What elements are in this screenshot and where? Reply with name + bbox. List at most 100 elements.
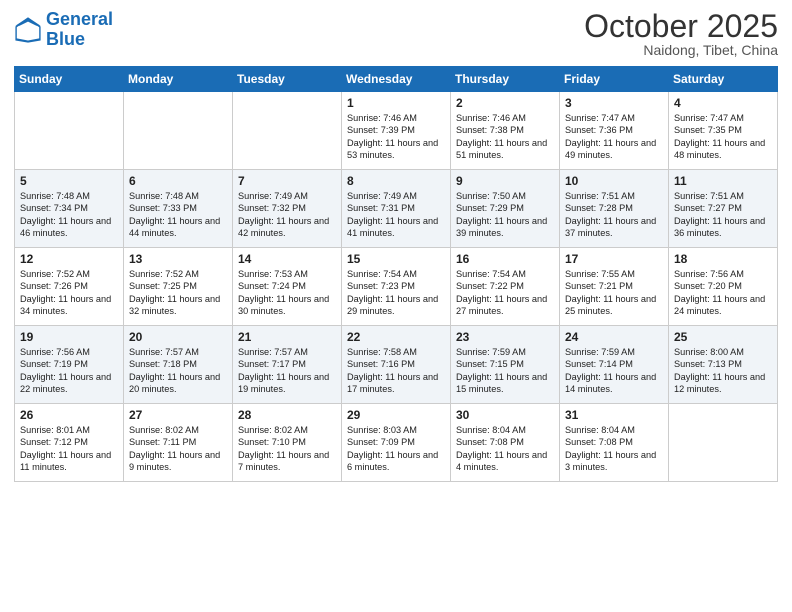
calendar-cell: 18 Sunrise: 7:56 AM Sunset: 7:20 PM Dayli… [669, 248, 778, 326]
calendar-cell: 23 Sunrise: 7:59 AM Sunset: 7:15 PM Dayli… [451, 326, 560, 404]
cell-content: Sunrise: 7:59 AM Sunset: 7:15 PM Dayligh… [456, 346, 554, 396]
day-number: 1 [347, 96, 445, 110]
cell-content: Sunrise: 7:56 AM Sunset: 7:19 PM Dayligh… [20, 346, 118, 396]
cell-content: Sunrise: 7:48 AM Sunset: 7:33 PM Dayligh… [129, 190, 227, 240]
calendar-cell: 28 Sunrise: 8:02 AM Sunset: 7:10 PM Dayli… [233, 404, 342, 482]
cell-content: Sunrise: 7:47 AM Sunset: 7:36 PM Dayligh… [565, 112, 663, 162]
cell-content: Sunrise: 7:48 AM Sunset: 7:34 PM Dayligh… [20, 190, 118, 240]
cell-content: Sunrise: 7:58 AM Sunset: 7:16 PM Dayligh… [347, 346, 445, 396]
day-number: 29 [347, 408, 445, 422]
calendar-cell [124, 92, 233, 170]
day-number: 3 [565, 96, 663, 110]
cell-content: Sunrise: 8:02 AM Sunset: 7:10 PM Dayligh… [238, 424, 336, 474]
day-number: 11 [674, 174, 772, 188]
weekday-header-monday: Monday [124, 67, 233, 92]
cell-content: Sunrise: 7:49 AM Sunset: 7:32 PM Dayligh… [238, 190, 336, 240]
cell-content: Sunrise: 7:51 AM Sunset: 7:28 PM Dayligh… [565, 190, 663, 240]
cell-content: Sunrise: 7:52 AM Sunset: 7:26 PM Dayligh… [20, 268, 118, 318]
cell-content: Sunrise: 8:02 AM Sunset: 7:11 PM Dayligh… [129, 424, 227, 474]
calendar-cell: 31 Sunrise: 8:04 AM Sunset: 7:08 PM Dayli… [560, 404, 669, 482]
day-number: 24 [565, 330, 663, 344]
month-title: October 2025 [584, 10, 778, 42]
page-container: GeneralBlue October 2025 Naidong, Tibet,… [0, 0, 792, 612]
calendar-cell: 20 Sunrise: 7:57 AM Sunset: 7:18 PM Dayli… [124, 326, 233, 404]
logo-icon [14, 16, 42, 44]
location: Naidong, Tibet, China [584, 42, 778, 58]
day-number: 15 [347, 252, 445, 266]
week-row-3: 12Sunrise: 7:52 AM Sunset: 7:26 PM Dayli… [15, 248, 778, 326]
day-number: 2 [456, 96, 554, 110]
cell-content: Sunrise: 7:51 AM Sunset: 7:27 PM Dayligh… [674, 190, 772, 240]
cell-content: Sunrise: 7:54 AM Sunset: 7:22 PM Dayligh… [456, 268, 554, 318]
week-row-4: 19 Sunrise: 7:56 AM Sunset: 7:19 PM Dayli… [15, 326, 778, 404]
day-number: 25 [674, 330, 772, 344]
calendar-cell [669, 404, 778, 482]
day-number: 19 [20, 330, 118, 344]
cell-content: Sunrise: 7:54 AM Sunset: 7:23 PM Dayligh… [347, 268, 445, 318]
calendar-cell: 29Sunrise: 8:03 AM Sunset: 7:09 PM Dayli… [342, 404, 451, 482]
day-number: 27 [129, 408, 227, 422]
day-number: 14 [238, 252, 336, 266]
calendar-cell: 4Sunrise: 7:47 AM Sunset: 7:35 PM Daylig… [669, 92, 778, 170]
calendar-cell: 14 Sunrise: 7:53 AM Sunset: 7:24 PM Dayli… [233, 248, 342, 326]
weekday-header-friday: Friday [560, 67, 669, 92]
day-number: 20 [129, 330, 227, 344]
calendar-cell: 30 Sunrise: 8:04 AM Sunset: 7:08 PM Dayli… [451, 404, 560, 482]
calendar-cell: 6 Sunrise: 7:48 AM Sunset: 7:33 PM Daylig… [124, 170, 233, 248]
calendar-cell: 3 Sunrise: 7:47 AM Sunset: 7:36 PM Daylig… [560, 92, 669, 170]
cell-content: Sunrise: 7:52 AM Sunset: 7:25 PM Dayligh… [129, 268, 227, 318]
cell-content: Sunrise: 8:04 AM Sunset: 7:08 PM Dayligh… [565, 424, 663, 474]
calendar-cell: 27 Sunrise: 8:02 AM Sunset: 7:11 PM Dayli… [124, 404, 233, 482]
logo-text: GeneralBlue [46, 10, 113, 50]
calendar-cell: 11 Sunrise: 7:51 AM Sunset: 7:27 PM Dayli… [669, 170, 778, 248]
day-number: 26 [20, 408, 118, 422]
calendar-cell: 26 Sunrise: 8:01 AM Sunset: 7:12 PM Dayli… [15, 404, 124, 482]
day-number: 18 [674, 252, 772, 266]
cell-content: Sunrise: 7:50 AM Sunset: 7:29 PM Dayligh… [456, 190, 554, 240]
calendar-cell: 12Sunrise: 7:52 AM Sunset: 7:26 PM Dayli… [15, 248, 124, 326]
calendar-cell: 13 Sunrise: 7:52 AM Sunset: 7:25 PM Dayli… [124, 248, 233, 326]
weekday-header-tuesday: Tuesday [233, 67, 342, 92]
calendar-cell: 17 Sunrise: 7:55 AM Sunset: 7:21 PM Dayli… [560, 248, 669, 326]
calendar-cell: 2Sunrise: 7:46 AM Sunset: 7:38 PM Daylig… [451, 92, 560, 170]
calendar-cell [233, 92, 342, 170]
cell-content: Sunrise: 7:55 AM Sunset: 7:21 PM Dayligh… [565, 268, 663, 318]
calendar-cell: 5Sunrise: 7:48 AM Sunset: 7:34 PM Daylig… [15, 170, 124, 248]
day-number: 9 [456, 174, 554, 188]
cell-content: Sunrise: 7:57 AM Sunset: 7:17 PM Dayligh… [238, 346, 336, 396]
day-number: 28 [238, 408, 336, 422]
weekday-header-thursday: Thursday [451, 67, 560, 92]
cell-content: Sunrise: 7:46 AM Sunset: 7:39 PM Dayligh… [347, 112, 445, 162]
calendar-cell: 15 Sunrise: 7:54 AM Sunset: 7:23 PM Dayli… [342, 248, 451, 326]
calendar-cell: 9 Sunrise: 7:50 AM Sunset: 7:29 PM Daylig… [451, 170, 560, 248]
week-row-5: 26 Sunrise: 8:01 AM Sunset: 7:12 PM Dayli… [15, 404, 778, 482]
cell-content: Sunrise: 7:53 AM Sunset: 7:24 PM Dayligh… [238, 268, 336, 318]
calendar-cell: 1 Sunrise: 7:46 AM Sunset: 7:39 PM Daylig… [342, 92, 451, 170]
day-number: 21 [238, 330, 336, 344]
cell-content: Sunrise: 7:47 AM Sunset: 7:35 PM Dayligh… [674, 112, 772, 162]
week-row-2: 5Sunrise: 7:48 AM Sunset: 7:34 PM Daylig… [15, 170, 778, 248]
logo: GeneralBlue [14, 10, 113, 50]
day-number: 31 [565, 408, 663, 422]
cell-content: Sunrise: 8:00 AM Sunset: 7:13 PM Dayligh… [674, 346, 772, 396]
day-number: 6 [129, 174, 227, 188]
day-number: 23 [456, 330, 554, 344]
cell-content: Sunrise: 8:01 AM Sunset: 7:12 PM Dayligh… [20, 424, 118, 474]
weekday-header-wednesday: Wednesday [342, 67, 451, 92]
calendar-cell: 10 Sunrise: 7:51 AM Sunset: 7:28 PM Dayli… [560, 170, 669, 248]
week-row-1: 1 Sunrise: 7:46 AM Sunset: 7:39 PM Daylig… [15, 92, 778, 170]
calendar-cell: 16Sunrise: 7:54 AM Sunset: 7:22 PM Dayli… [451, 248, 560, 326]
day-number: 13 [129, 252, 227, 266]
weekday-header-row: SundayMondayTuesdayWednesdayThursdayFrid… [15, 67, 778, 92]
cell-content: Sunrise: 7:59 AM Sunset: 7:14 PM Dayligh… [565, 346, 663, 396]
cell-content: Sunrise: 7:49 AM Sunset: 7:31 PM Dayligh… [347, 190, 445, 240]
calendar-cell [15, 92, 124, 170]
day-number: 30 [456, 408, 554, 422]
cell-content: Sunrise: 7:56 AM Sunset: 7:20 PM Dayligh… [674, 268, 772, 318]
cell-content: Sunrise: 7:57 AM Sunset: 7:18 PM Dayligh… [129, 346, 227, 396]
calendar-table: SundayMondayTuesdayWednesdayThursdayFrid… [14, 66, 778, 482]
day-number: 10 [565, 174, 663, 188]
cell-content: Sunrise: 8:04 AM Sunset: 7:08 PM Dayligh… [456, 424, 554, 474]
day-number: 17 [565, 252, 663, 266]
header: GeneralBlue October 2025 Naidong, Tibet,… [14, 10, 778, 58]
